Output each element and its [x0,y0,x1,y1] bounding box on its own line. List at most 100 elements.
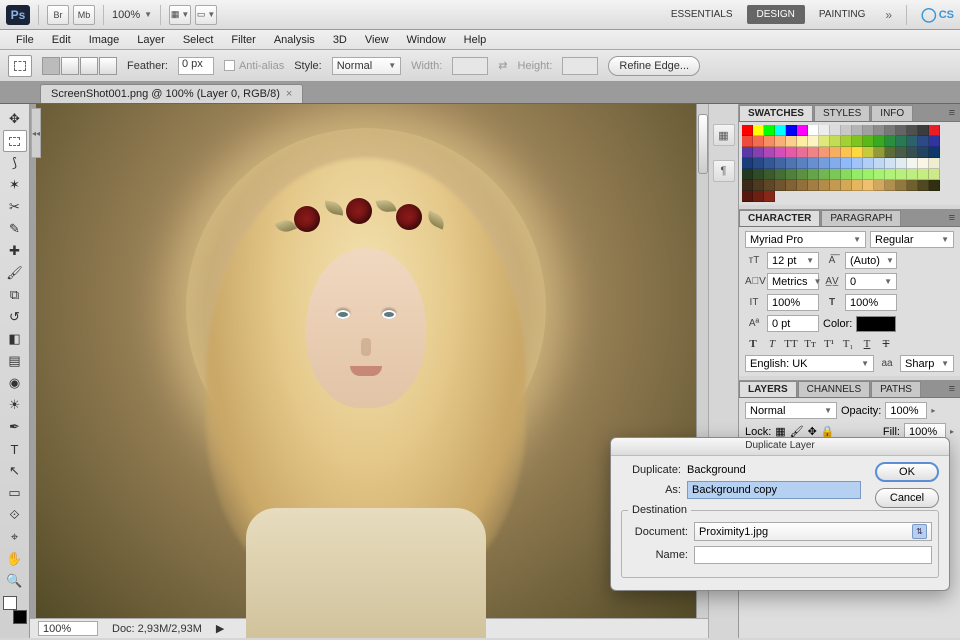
name-input[interactable] [694,546,932,564]
tab-layers[interactable]: LAYERS [739,381,797,397]
font-style-select[interactable]: Regular▼ [870,231,954,248]
swatch[interactable] [863,147,874,158]
swatch[interactable] [808,180,819,191]
cs-live-button[interactable]: ◯CS [921,6,954,23]
character-menu-icon[interactable]: ≡ [944,210,960,226]
tool-3d-cam[interactable]: ⌖ [3,526,27,548]
opacity-input[interactable]: 100% [885,402,927,419]
swatch[interactable] [786,180,797,191]
swatch[interactable] [742,191,753,202]
swatch[interactable] [874,136,885,147]
swatch[interactable] [775,169,786,180]
swatch[interactable] [907,147,918,158]
swatch[interactable] [830,136,841,147]
tool-eyedropper[interactable]: ✎ [3,218,27,240]
swatch[interactable] [830,125,841,136]
swatch[interactable] [830,169,841,180]
hscale-input[interactable]: 100% [845,294,897,311]
swatch[interactable] [775,125,786,136]
swatch[interactable] [764,169,775,180]
swatch[interactable] [742,147,753,158]
style-sub[interactable]: T₁ [840,336,856,351]
swatch[interactable] [775,158,786,169]
language-select[interactable]: English: UK▼ [745,355,874,372]
swatch[interactable] [819,180,830,191]
swatch[interactable] [852,147,863,158]
tool-hand[interactable]: ✋ [3,548,27,570]
menu-window[interactable]: Window [399,32,454,48]
swatch[interactable] [907,180,918,191]
swatch[interactable] [896,158,907,169]
style-italic[interactable]: T [764,336,780,351]
swatch[interactable] [863,136,874,147]
swatch[interactable] [830,158,841,169]
swatch[interactable] [907,125,918,136]
swatch[interactable] [819,136,830,147]
vscale-input[interactable]: 100% [767,294,819,311]
swatch[interactable] [852,158,863,169]
tool-marquee[interactable] [3,130,27,152]
feather-input[interactable]: 0 px [178,57,214,75]
swatch[interactable] [742,158,753,169]
swatch[interactable] [907,169,918,180]
menu-layer[interactable]: Layer [129,32,173,48]
mini-panel-1[interactable]: ▦ [713,124,735,146]
kerning-input[interactable]: Metrics▼ [767,273,819,290]
swatch[interactable] [742,180,753,191]
swatch[interactable] [808,158,819,169]
swatch[interactable] [797,125,808,136]
tool-blur[interactable]: ◉ [3,372,27,394]
swatch[interactable] [819,169,830,180]
color-swatches[interactable] [3,596,27,624]
swatch[interactable] [775,136,786,147]
swatch[interactable] [929,136,940,147]
swatch[interactable] [863,125,874,136]
menu-file[interactable]: File [8,32,42,48]
swatch[interactable] [907,136,918,147]
tool-dodge[interactable]: ☀ [3,394,27,416]
tool-healing[interactable]: ✚ [3,240,27,262]
swatch[interactable] [764,136,775,147]
refine-edge-button[interactable]: Refine Edge... [608,56,700,76]
menu-filter[interactable]: Filter [223,32,263,48]
swatch[interactable] [863,180,874,191]
style-smallcaps[interactable]: Tт [802,336,818,351]
mini-panel-2[interactable]: ¶ [713,160,735,182]
swatch[interactable] [764,125,775,136]
swatch[interactable] [929,158,940,169]
swatch[interactable] [885,180,896,191]
swatch[interactable] [775,180,786,191]
tool-gradient[interactable]: ▤ [3,350,27,372]
tools-collapse-toggle[interactable]: ◂◂ [31,108,41,158]
tool-type[interactable]: T [3,438,27,460]
bridge-button[interactable]: Br [47,5,69,25]
swatch[interactable] [764,158,775,169]
swatch[interactable] [742,136,753,147]
swatch[interactable] [797,136,808,147]
more-workspaces-icon[interactable]: » [879,8,898,22]
swatch[interactable] [786,136,797,147]
swatch[interactable] [764,191,775,202]
close-tab-icon[interactable]: × [286,88,292,100]
document-canvas[interactable] [36,104,696,618]
swatch[interactable] [841,125,852,136]
swatch[interactable] [786,158,797,169]
cancel-button[interactable]: Cancel [875,488,939,508]
tool-path-select[interactable]: ↖ [3,460,27,482]
swatch[interactable] [830,147,841,158]
swatch[interactable] [885,169,896,180]
layers-menu-icon[interactable]: ≡ [944,381,960,397]
tab-channels[interactable]: CHANNELS [798,381,870,397]
swatch[interactable] [753,180,764,191]
tool-quick-select[interactable]: ✶ [3,174,27,196]
menu-3d[interactable]: 3D [325,32,355,48]
swatch[interactable] [753,125,764,136]
swatch[interactable] [896,180,907,191]
swatch[interactable] [874,125,885,136]
menu-view[interactable]: View [357,32,397,48]
tab-swatches[interactable]: SWATCHES [739,105,813,121]
swatch[interactable] [786,125,797,136]
tool-3d[interactable]: ⟐ [3,504,27,526]
swatch[interactable] [753,147,764,158]
style-underline[interactable]: T [859,336,875,351]
